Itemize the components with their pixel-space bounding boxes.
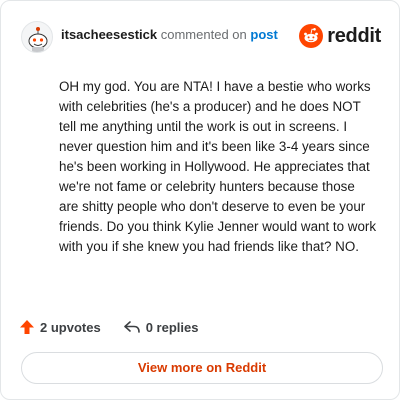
post-link[interactable]: post bbox=[250, 27, 277, 42]
reply-arrow-icon bbox=[123, 321, 140, 333]
upvote-arrow-icon bbox=[20, 320, 34, 334]
reddit-logo-icon bbox=[299, 24, 324, 48]
comment-header: itsacheesestick commented on post reddit bbox=[21, 21, 381, 57]
username-link[interactable]: itsacheesestick bbox=[61, 27, 157, 42]
comment-actions: 2 upvotes 0 replies bbox=[19, 317, 220, 337]
view-more-on-reddit-button[interactable]: View more on Reddit bbox=[21, 352, 383, 384]
action-text: commented on bbox=[160, 27, 247, 42]
reddit-wordmark: reddit bbox=[327, 24, 381, 47]
reddit-logo[interactable]: reddit bbox=[299, 21, 381, 51]
embed-card: itsacheesestick commented on post reddit… bbox=[0, 0, 400, 400]
comment-body: OH my god. You are NTA! I have a bestie … bbox=[59, 79, 377, 254]
comment-meta: itsacheesestick commented on post bbox=[61, 27, 278, 42]
user-avatar[interactable] bbox=[21, 21, 53, 53]
reply-count: 0 replies bbox=[145, 319, 199, 335]
upvote-count: 2 upvotes bbox=[40, 319, 101, 335]
upvote-button[interactable]: 2 upvotes bbox=[19, 319, 101, 335]
reply-button[interactable]: 0 replies bbox=[123, 319, 199, 335]
snoo-avatar-icon bbox=[28, 27, 48, 52]
